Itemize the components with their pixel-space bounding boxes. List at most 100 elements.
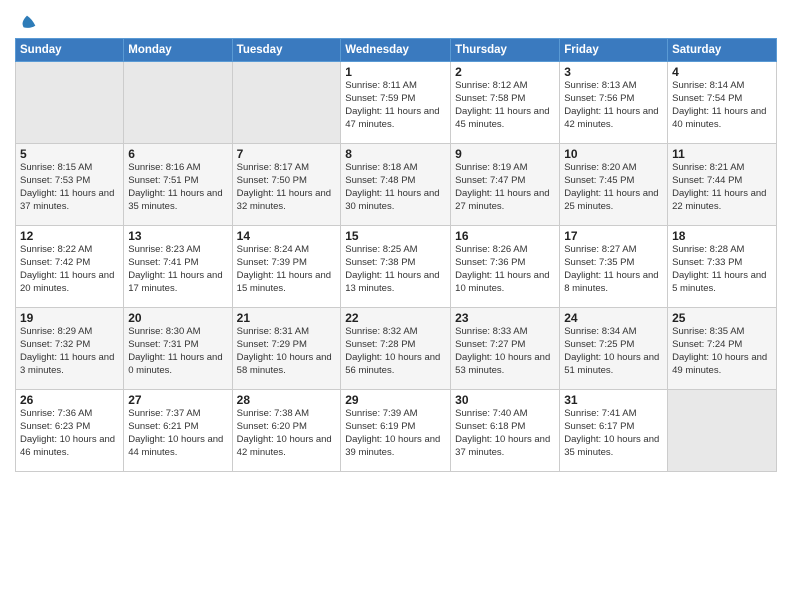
calendar-cell: 4Sunrise: 8:14 AM Sunset: 7:54 PM Daylig… (668, 62, 777, 144)
day-number: 20 (128, 311, 227, 325)
day-of-week-header: Monday (124, 39, 232, 62)
day-info: Sunrise: 8:31 AM Sunset: 7:29 PM Dayligh… (237, 326, 337, 377)
day-number: 22 (345, 311, 446, 325)
calendar-cell: 24Sunrise: 8:34 AM Sunset: 7:25 PM Dayli… (560, 308, 668, 390)
day-number: 6 (128, 147, 227, 161)
day-number: 27 (128, 393, 227, 407)
calendar-cell: 6Sunrise: 8:16 AM Sunset: 7:51 PM Daylig… (124, 144, 232, 226)
day-info: Sunrise: 8:23 AM Sunset: 7:41 PM Dayligh… (128, 244, 227, 295)
day-number: 21 (237, 311, 337, 325)
calendar-cell: 25Sunrise: 8:35 AM Sunset: 7:24 PM Dayli… (668, 308, 777, 390)
calendar-cell: 18Sunrise: 8:28 AM Sunset: 7:33 PM Dayli… (668, 226, 777, 308)
day-info: Sunrise: 8:19 AM Sunset: 7:47 PM Dayligh… (455, 162, 555, 213)
calendar-cell: 13Sunrise: 8:23 AM Sunset: 7:41 PM Dayli… (124, 226, 232, 308)
header (15, 10, 777, 34)
calendar-cell (232, 62, 341, 144)
day-of-week-header: Tuesday (232, 39, 341, 62)
calendar-cell: 22Sunrise: 8:32 AM Sunset: 7:28 PM Dayli… (341, 308, 451, 390)
calendar-cell: 23Sunrise: 8:33 AM Sunset: 7:27 PM Dayli… (451, 308, 560, 390)
day-info: Sunrise: 8:32 AM Sunset: 7:28 PM Dayligh… (345, 326, 446, 377)
day-info: Sunrise: 7:37 AM Sunset: 6:21 PM Dayligh… (128, 408, 227, 459)
day-number: 11 (672, 147, 772, 161)
calendar-cell: 21Sunrise: 8:31 AM Sunset: 7:29 PM Dayli… (232, 308, 341, 390)
calendar-cell: 16Sunrise: 8:26 AM Sunset: 7:36 PM Dayli… (451, 226, 560, 308)
day-number: 31 (564, 393, 663, 407)
day-info: Sunrise: 8:13 AM Sunset: 7:56 PM Dayligh… (564, 80, 663, 131)
calendar-cell: 11Sunrise: 8:21 AM Sunset: 7:44 PM Dayli… (668, 144, 777, 226)
day-info: Sunrise: 7:40 AM Sunset: 6:18 PM Dayligh… (455, 408, 555, 459)
calendar-cell: 30Sunrise: 7:40 AM Sunset: 6:18 PM Dayli… (451, 390, 560, 472)
calendar-cell: 7Sunrise: 8:17 AM Sunset: 7:50 PM Daylig… (232, 144, 341, 226)
day-number: 5 (20, 147, 119, 161)
day-info: Sunrise: 8:21 AM Sunset: 7:44 PM Dayligh… (672, 162, 772, 213)
day-number: 17 (564, 229, 663, 243)
day-number: 12 (20, 229, 119, 243)
calendar-cell: 8Sunrise: 8:18 AM Sunset: 7:48 PM Daylig… (341, 144, 451, 226)
day-of-week-header: Sunday (16, 39, 124, 62)
calendar-cell: 28Sunrise: 7:38 AM Sunset: 6:20 PM Dayli… (232, 390, 341, 472)
calendar-cell: 29Sunrise: 7:39 AM Sunset: 6:19 PM Dayli… (341, 390, 451, 472)
calendar-cell: 14Sunrise: 8:24 AM Sunset: 7:39 PM Dayli… (232, 226, 341, 308)
day-number: 4 (672, 65, 772, 79)
calendar-cell: 9Sunrise: 8:19 AM Sunset: 7:47 PM Daylig… (451, 144, 560, 226)
day-of-week-row: SundayMondayTuesdayWednesdayThursdayFrid… (16, 39, 777, 62)
calendar-cell: 31Sunrise: 7:41 AM Sunset: 6:17 PM Dayli… (560, 390, 668, 472)
day-info: Sunrise: 7:39 AM Sunset: 6:19 PM Dayligh… (345, 408, 446, 459)
calendar-cell: 12Sunrise: 8:22 AM Sunset: 7:42 PM Dayli… (16, 226, 124, 308)
day-info: Sunrise: 8:35 AM Sunset: 7:24 PM Dayligh… (672, 326, 772, 377)
day-number: 15 (345, 229, 446, 243)
day-info: Sunrise: 8:24 AM Sunset: 7:39 PM Dayligh… (237, 244, 337, 295)
day-number: 26 (20, 393, 119, 407)
day-info: Sunrise: 8:29 AM Sunset: 7:32 PM Dayligh… (20, 326, 119, 377)
day-info: Sunrise: 8:14 AM Sunset: 7:54 PM Dayligh… (672, 80, 772, 131)
day-info: Sunrise: 7:36 AM Sunset: 6:23 PM Dayligh… (20, 408, 119, 459)
day-number: 28 (237, 393, 337, 407)
calendar-cell (124, 62, 232, 144)
day-number: 23 (455, 311, 555, 325)
day-of-week-header: Friday (560, 39, 668, 62)
calendar-cell: 5Sunrise: 8:15 AM Sunset: 7:53 PM Daylig… (16, 144, 124, 226)
calendar-cell (16, 62, 124, 144)
day-number: 10 (564, 147, 663, 161)
day-info: Sunrise: 8:18 AM Sunset: 7:48 PM Dayligh… (345, 162, 446, 213)
day-number: 13 (128, 229, 227, 243)
day-info: Sunrise: 7:38 AM Sunset: 6:20 PM Dayligh… (237, 408, 337, 459)
day-number: 8 (345, 147, 446, 161)
day-info: Sunrise: 8:27 AM Sunset: 7:35 PM Dayligh… (564, 244, 663, 295)
day-of-week-header: Saturday (668, 39, 777, 62)
calendar-week-row: 19Sunrise: 8:29 AM Sunset: 7:32 PM Dayli… (16, 308, 777, 390)
calendar-cell: 1Sunrise: 8:11 AM Sunset: 7:59 PM Daylig… (341, 62, 451, 144)
calendar-week-row: 5Sunrise: 8:15 AM Sunset: 7:53 PM Daylig… (16, 144, 777, 226)
day-number: 25 (672, 311, 772, 325)
day-info: Sunrise: 8:11 AM Sunset: 7:59 PM Dayligh… (345, 80, 446, 131)
day-number: 9 (455, 147, 555, 161)
logo-text (15, 14, 37, 34)
calendar-cell: 10Sunrise: 8:20 AM Sunset: 7:45 PM Dayli… (560, 144, 668, 226)
day-number: 7 (237, 147, 337, 161)
day-number: 19 (20, 311, 119, 325)
day-info: Sunrise: 8:17 AM Sunset: 7:50 PM Dayligh… (237, 162, 337, 213)
day-of-week-header: Wednesday (341, 39, 451, 62)
day-info: Sunrise: 8:16 AM Sunset: 7:51 PM Dayligh… (128, 162, 227, 213)
calendar-cell: 27Sunrise: 7:37 AM Sunset: 6:21 PM Dayli… (124, 390, 232, 472)
day-info: Sunrise: 8:28 AM Sunset: 7:33 PM Dayligh… (672, 244, 772, 295)
day-number: 29 (345, 393, 446, 407)
calendar-week-row: 12Sunrise: 8:22 AM Sunset: 7:42 PM Dayli… (16, 226, 777, 308)
day-number: 1 (345, 65, 446, 79)
calendar-week-row: 1Sunrise: 8:11 AM Sunset: 7:59 PM Daylig… (16, 62, 777, 144)
calendar-week-row: 26Sunrise: 7:36 AM Sunset: 6:23 PM Dayli… (16, 390, 777, 472)
day-number: 16 (455, 229, 555, 243)
calendar-cell: 3Sunrise: 8:13 AM Sunset: 7:56 PM Daylig… (560, 62, 668, 144)
day-info: Sunrise: 8:25 AM Sunset: 7:38 PM Dayligh… (345, 244, 446, 295)
day-info: Sunrise: 7:41 AM Sunset: 6:17 PM Dayligh… (564, 408, 663, 459)
day-number: 3 (564, 65, 663, 79)
day-number: 24 (564, 311, 663, 325)
logo (15, 14, 37, 34)
day-number: 18 (672, 229, 772, 243)
day-number: 2 (455, 65, 555, 79)
day-info: Sunrise: 8:20 AM Sunset: 7:45 PM Dayligh… (564, 162, 663, 213)
day-info: Sunrise: 8:33 AM Sunset: 7:27 PM Dayligh… (455, 326, 555, 377)
day-info: Sunrise: 8:15 AM Sunset: 7:53 PM Dayligh… (20, 162, 119, 213)
calendar-cell (668, 390, 777, 472)
day-of-week-header: Thursday (451, 39, 560, 62)
